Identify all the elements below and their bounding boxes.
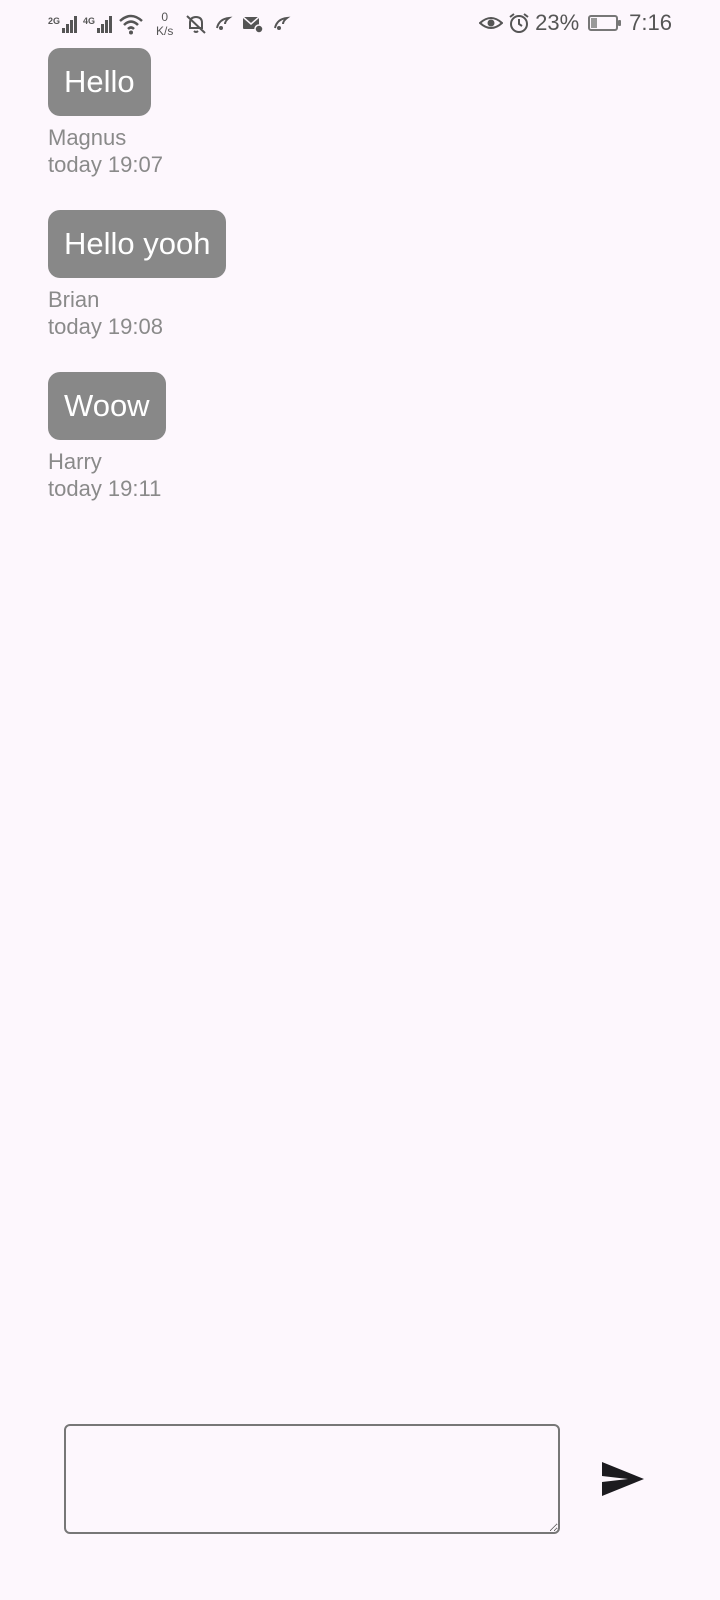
network-speed-value: 0 — [161, 10, 169, 24]
send-button[interactable] — [598, 1455, 648, 1505]
alarm-icon — [508, 12, 530, 34]
message-item: Hello yooh Brian today 19:08 — [48, 210, 672, 340]
status-bar-left: 2G 4G 0 K/s — [48, 10, 293, 38]
message-sender: Magnus — [48, 125, 127, 150]
mail-settings-icon — [241, 13, 265, 35]
network-type-label: 4G — [83, 15, 96, 26]
signal-icon: 2G — [48, 15, 78, 33]
status-time: 7:16 — [629, 10, 672, 35]
message-sender: Brian — [48, 287, 100, 312]
message-time: today 19:07 — [48, 152, 163, 177]
status-bar-right: 23% 7:16 — [479, 10, 672, 36]
eye-icon — [479, 12, 504, 34]
send-icon — [602, 1461, 644, 1496]
notifications-off-icon — [185, 13, 207, 35]
message-time: today 19:08 — [48, 314, 163, 339]
message-time: today 19:11 — [48, 476, 162, 501]
battery-percent: 23% — [535, 10, 580, 35]
message-bubble[interactable]: Hello yooh — [48, 210, 227, 278]
app-notification-icon — [213, 13, 235, 35]
message-meta: Brian today 19:08 — [48, 286, 672, 340]
network-speed: 0 K/s — [156, 10, 173, 38]
status-bar: 2G 4G 0 K/s 23% 7:16 — [0, 0, 720, 48]
message-item: Hello Magnus today 19:07 — [48, 48, 672, 178]
message-meta: Magnus today 19:07 — [48, 124, 672, 178]
battery-level-fill — [591, 18, 598, 28]
network-type-label: 2G — [48, 15, 61, 26]
message-item: Woow Harry today 19:11 — [48, 372, 672, 502]
network-speed-unit: K/s — [156, 24, 174, 38]
message-sender: Harry — [48, 449, 102, 474]
message-list[interactable]: Hello Magnus today 19:07 Hello yooh Bria… — [48, 48, 672, 534]
message-input[interactable] — [64, 1424, 560, 1534]
message-bubble[interactable]: Hello — [48, 48, 151, 116]
signal-icon: 4G — [83, 15, 113, 33]
battery-charging-icon — [588, 15, 622, 31]
message-bubble[interactable]: Woow — [48, 372, 166, 440]
wifi-icon — [118, 13, 144, 35]
message-meta: Harry today 19:11 — [48, 448, 672, 502]
app-notification-icon — [271, 13, 293, 35]
